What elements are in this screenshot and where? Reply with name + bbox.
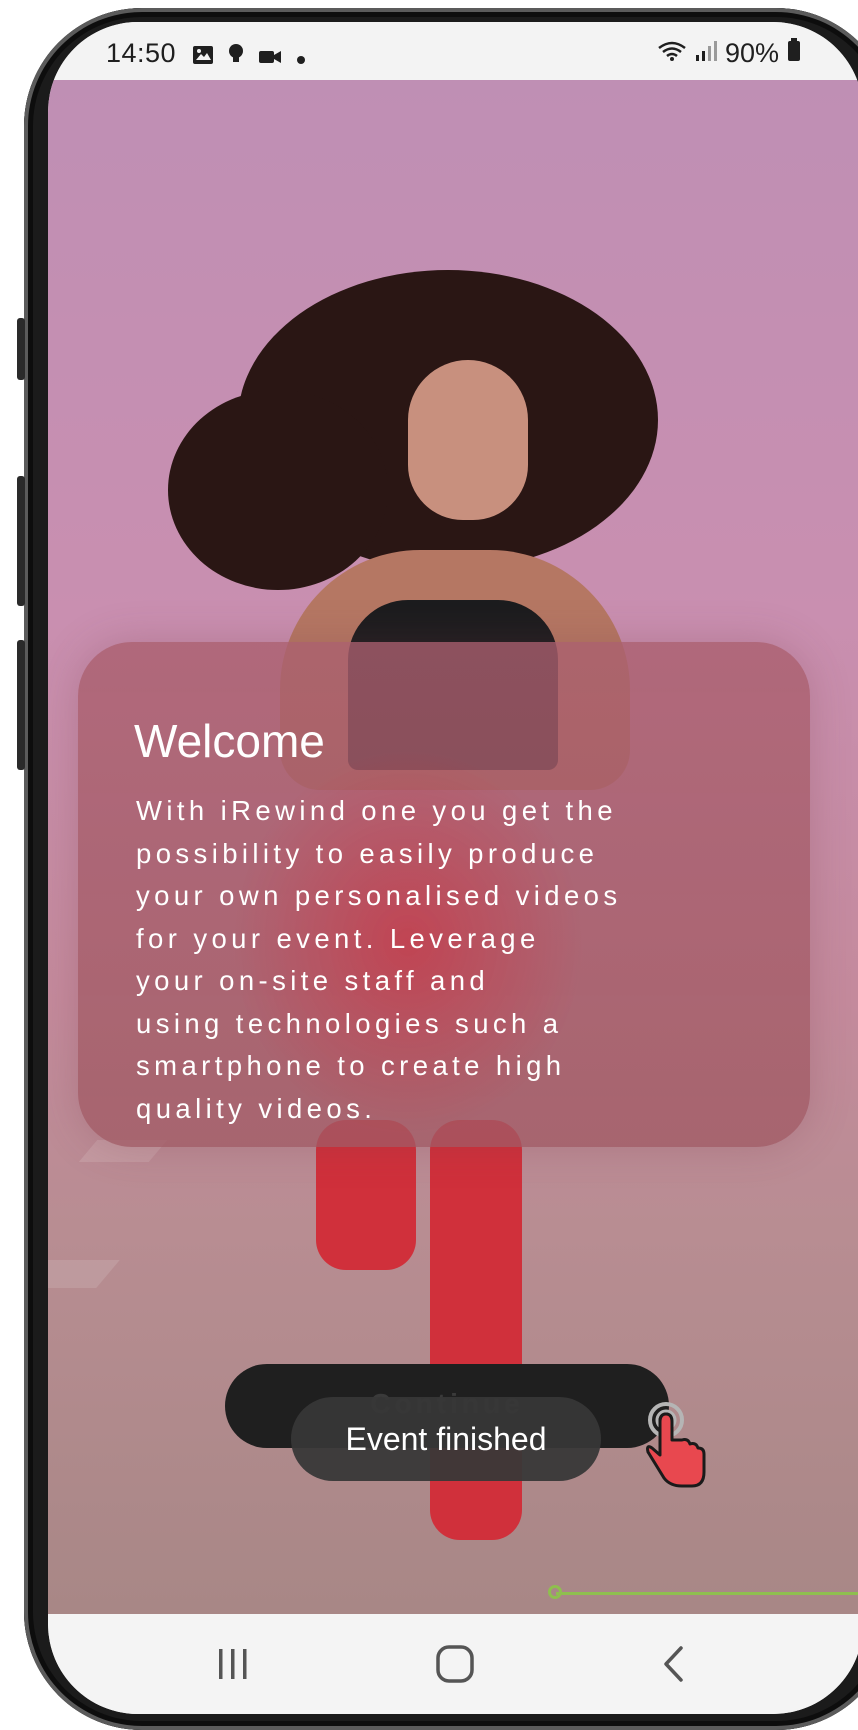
home-icon [436, 1645, 474, 1683]
tap-cursor-icon [640, 1400, 712, 1490]
battery-icon [787, 38, 801, 69]
welcome-title: Welcome [134, 715, 325, 767]
bulb-icon [228, 41, 244, 72]
side-button [17, 640, 25, 770]
side-button [17, 318, 25, 380]
status-bar: 14:50 90% [48, 22, 858, 80]
toast-message: Event finished [291, 1397, 601, 1481]
runner-face [408, 360, 528, 520]
guide-line [556, 1592, 858, 1595]
home-button[interactable] [425, 1642, 485, 1686]
side-button [17, 476, 25, 606]
status-time: 14:50 [106, 38, 177, 68]
dot-icon [296, 41, 306, 72]
phone-screen: 14:50 90% Welcome With iRewind one you g… [48, 22, 858, 1714]
image-icon [192, 41, 214, 72]
navigation-bar [48, 1614, 858, 1714]
back-button[interactable] [648, 1642, 698, 1686]
battery-percent: 90% [724, 38, 779, 68]
video-camera-icon [258, 41, 282, 72]
back-icon [664, 1646, 683, 1682]
welcome-description: With iRewind one you get the possibility… [136, 795, 622, 1124]
guide-dot [548, 1585, 562, 1599]
toast-text: Event finished [345, 1420, 547, 1457]
recents-button[interactable] [208, 1642, 258, 1686]
road-marking [48, 1260, 120, 1288]
recents-icon [219, 1649, 247, 1679]
status-notification-icons [192, 41, 306, 72]
signal-icon [695, 38, 717, 69]
wifi-icon [657, 38, 687, 69]
status-right-group: 90% [657, 38, 801, 69]
runner-hair [168, 390, 388, 590]
